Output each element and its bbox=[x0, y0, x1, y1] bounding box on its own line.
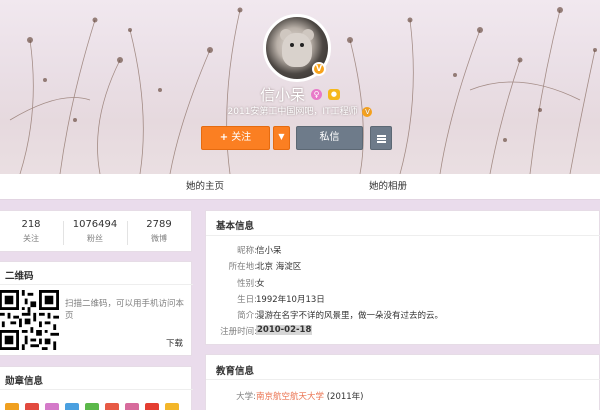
basic-info-title: 基本信息 bbox=[216, 221, 255, 232]
education-title: 教育信息 bbox=[216, 366, 255, 377]
stat-following[interactable]: 218 关注 bbox=[0, 219, 63, 244]
verification-line: 2011安第工中国网吧，IT工程师 V bbox=[0, 104, 600, 117]
verified-v-icon: V bbox=[312, 62, 326, 76]
message-button[interactable]: 私信 bbox=[296, 126, 363, 150]
divider bbox=[206, 379, 600, 380]
info-row-birthday: 生日: 1992年10月13日 bbox=[206, 293, 506, 305]
info-value: 女 bbox=[256, 279, 265, 289]
qr-panel: 二维码 扫描二维码，可以用手机访问本页 下载 bbox=[0, 261, 193, 356]
message-label: 私信 bbox=[319, 132, 340, 143]
profile-name-row: 信小呆 ♀ ● bbox=[0, 84, 600, 105]
medal-title: 勋章信息 bbox=[5, 376, 44, 387]
divider bbox=[206, 235, 600, 236]
info-key: 注册时间: bbox=[220, 327, 257, 337]
verified-small-icon: V bbox=[362, 107, 373, 117]
info-row-location: 所在地: 北京 海淀区 bbox=[206, 260, 506, 272]
qr-description: 扫描二维码，可以用手机访问本页 bbox=[65, 299, 185, 321]
tab-home[interactable]: 她的主页 bbox=[186, 174, 224, 200]
follow-button[interactable]: + 关注 bbox=[201, 126, 270, 150]
info-value: 北京 海淀区 bbox=[256, 262, 302, 272]
stat-weibo[interactable]: 2789 微博 bbox=[127, 219, 191, 244]
avatar-eye-right bbox=[300, 43, 304, 47]
info-row-registered: 注册时间: 2010-02-18 bbox=[206, 325, 506, 337]
stat-label: 关注 bbox=[23, 234, 39, 243]
more-menu-button[interactable] bbox=[370, 126, 392, 150]
stat-fans[interactable]: 1076494 粉丝 bbox=[63, 219, 127, 244]
follow-dropdown-button[interactable]: ▼ bbox=[273, 126, 290, 150]
info-key: 所在地: bbox=[228, 262, 257, 272]
education-panel: 教育信息 大学: 南京航空航天大学 (2011年) bbox=[205, 354, 600, 410]
stat-value: 1076494 bbox=[72, 219, 118, 230]
follow-label: 关注 bbox=[231, 132, 252, 143]
tab-album[interactable]: 她的相册 bbox=[369, 174, 407, 200]
menu-icon-line bbox=[377, 138, 386, 140]
female-icon: ♀ bbox=[311, 89, 322, 100]
profile-tabs: 她的主页 她的相册 bbox=[0, 174, 600, 200]
info-value-highlighted: 2010-02-18 bbox=[256, 325, 313, 335]
medal-icon[interactable] bbox=[105, 403, 119, 410]
medal-panel: 勋章信息 bbox=[0, 366, 193, 410]
profile-name: 信小呆 bbox=[260, 86, 306, 104]
qr-title: 二维码 bbox=[5, 271, 34, 282]
stat-label: 粉丝 bbox=[87, 234, 103, 243]
info-key: 简介: bbox=[237, 311, 257, 321]
info-value: 信小呆 bbox=[256, 246, 282, 256]
plus-icon: + bbox=[219, 132, 229, 143]
school-link[interactable]: 南京航空航天大学 bbox=[256, 392, 324, 402]
stats-panel: 218 关注 1076494 粉丝 2789 微博 bbox=[0, 210, 192, 252]
verification-text: 2011安第工中国网吧，IT工程师 bbox=[227, 107, 358, 117]
medal-icon[interactable] bbox=[5, 403, 19, 410]
medal-icon[interactable] bbox=[145, 403, 159, 410]
qr-download-link[interactable]: 下载 bbox=[166, 337, 183, 349]
stat-value: 2789 bbox=[146, 219, 172, 230]
info-key: 性别: bbox=[237, 279, 257, 289]
avatar-eye-left bbox=[290, 43, 294, 47]
menu-icon-line bbox=[377, 141, 386, 143]
stat-label: 微博 bbox=[151, 234, 167, 243]
menu-icon bbox=[377, 135, 386, 137]
info-key: 昵称: bbox=[237, 246, 257, 256]
info-value: 漫游在名字不详的风景里，做一朵没有过去的云。 bbox=[256, 311, 444, 321]
info-key: 生日: bbox=[237, 295, 257, 305]
medal-icon[interactable] bbox=[45, 403, 59, 410]
avatar-face bbox=[282, 33, 312, 67]
medal-icon[interactable] bbox=[165, 403, 179, 410]
chevron-down-icon: ▼ bbox=[278, 132, 285, 141]
medal-icon[interactable] bbox=[65, 403, 79, 410]
divider bbox=[0, 389, 193, 390]
info-row-gender: 性别: 女 bbox=[206, 277, 506, 289]
info-value: 1992年10月13日 bbox=[256, 295, 325, 305]
info-row-bio: 简介: 漫游在名字不详的风景里，做一朵没有过去的云。 bbox=[206, 309, 506, 321]
profile-cover: V 信小呆 ♀ ● 2011安第工中国网吧，IT工程师 V + 关注 ▼ 私信 bbox=[0, 0, 600, 174]
medal-icon[interactable] bbox=[25, 403, 39, 410]
qr-code bbox=[0, 290, 59, 350]
medal-icon[interactable] bbox=[85, 403, 99, 410]
divider bbox=[0, 284, 193, 285]
info-row-nickname: 昵称: 信小呆 bbox=[206, 244, 506, 256]
stat-value: 218 bbox=[21, 219, 41, 230]
medal-icon[interactable] bbox=[125, 403, 139, 410]
basic-info-panel: 基本信息 昵称: 信小呆 所在地: 北京 海淀区 性别: 女 生日: 1992年… bbox=[205, 210, 600, 345]
level-icon[interactable]: ● bbox=[327, 89, 340, 100]
school-year: (2011年) bbox=[326, 392, 364, 402]
education-key: 大学: bbox=[236, 392, 256, 402]
education-value: 南京航空航天大学 (2011年) bbox=[256, 390, 363, 402]
